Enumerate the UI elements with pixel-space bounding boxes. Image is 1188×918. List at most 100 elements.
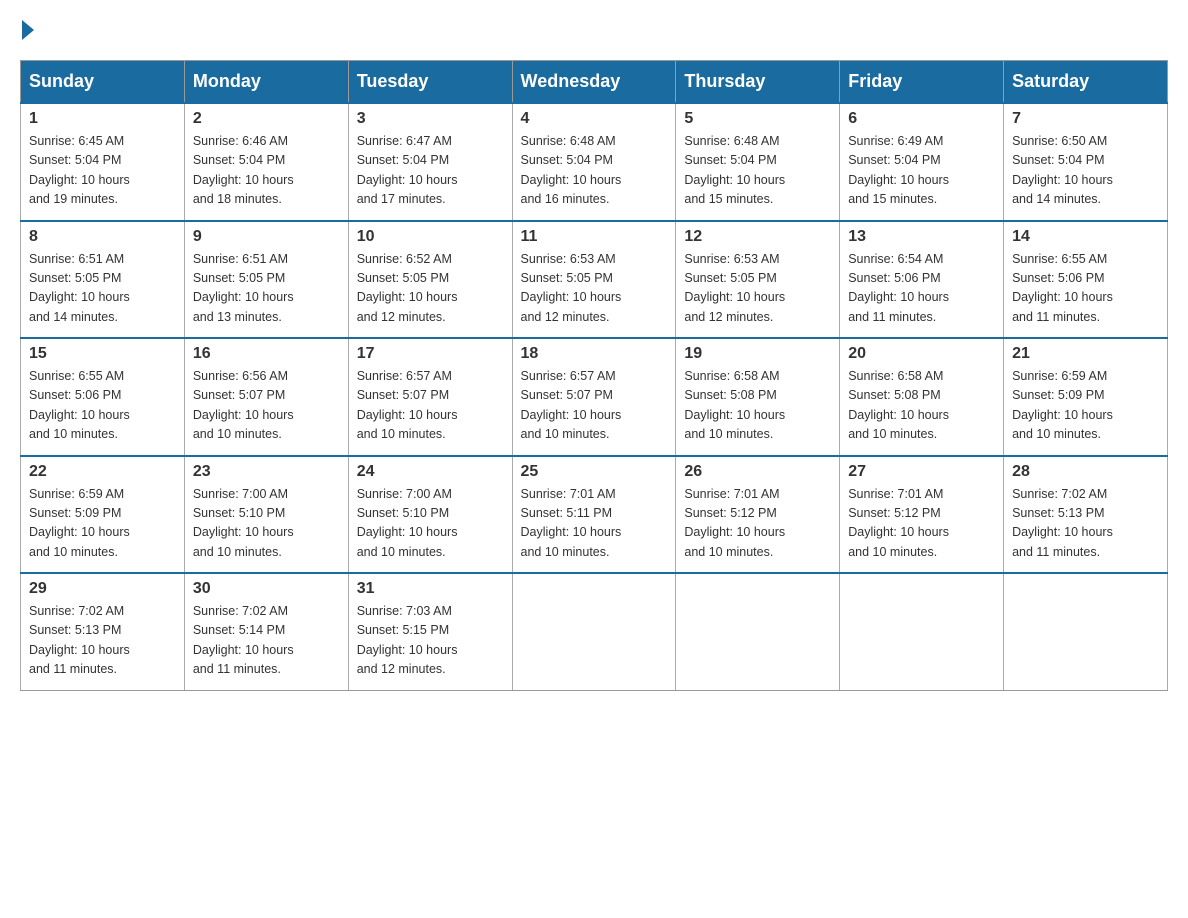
day-number: 25 <box>521 463 668 481</box>
day-info: Sunrise: 6:59 AMSunset: 5:09 PMDaylight:… <box>1012 367 1159 445</box>
calendar-day-11: 11 Sunrise: 6:53 AMSunset: 5:05 PMDaylig… <box>512 221 676 339</box>
day-info: Sunrise: 6:54 AMSunset: 5:06 PMDaylight:… <box>848 250 995 328</box>
day-number: 21 <box>1012 345 1159 363</box>
day-number: 5 <box>684 110 831 128</box>
day-info: Sunrise: 7:02 AMSunset: 5:13 PMDaylight:… <box>1012 485 1159 563</box>
empty-cell <box>840 573 1004 690</box>
calendar-day-1: 1 Sunrise: 6:45 AMSunset: 5:04 PMDayligh… <box>21 103 185 221</box>
day-info: Sunrise: 6:57 AMSunset: 5:07 PMDaylight:… <box>357 367 504 445</box>
calendar-day-4: 4 Sunrise: 6:48 AMSunset: 5:04 PMDayligh… <box>512 103 676 221</box>
calendar-day-22: 22 Sunrise: 6:59 AMSunset: 5:09 PMDaylig… <box>21 456 185 574</box>
calendar-day-6: 6 Sunrise: 6:49 AMSunset: 5:04 PMDayligh… <box>840 103 1004 221</box>
day-header-tuesday: Tuesday <box>348 61 512 104</box>
calendar-day-8: 8 Sunrise: 6:51 AMSunset: 5:05 PMDayligh… <box>21 221 185 339</box>
day-info: Sunrise: 6:50 AMSunset: 5:04 PMDaylight:… <box>1012 132 1159 210</box>
calendar-day-5: 5 Sunrise: 6:48 AMSunset: 5:04 PMDayligh… <box>676 103 840 221</box>
day-number: 12 <box>684 228 831 246</box>
day-info: Sunrise: 7:03 AMSunset: 5:15 PMDaylight:… <box>357 602 504 680</box>
day-info: Sunrise: 7:01 AMSunset: 5:12 PMDaylight:… <box>684 485 831 563</box>
day-number: 1 <box>29 110 176 128</box>
day-number: 10 <box>357 228 504 246</box>
calendar-day-31: 31 Sunrise: 7:03 AMSunset: 5:15 PMDaylig… <box>348 573 512 690</box>
day-number: 15 <box>29 345 176 363</box>
calendar-day-2: 2 Sunrise: 6:46 AMSunset: 5:04 PMDayligh… <box>184 103 348 221</box>
logo-arrow-icon <box>22 20 34 40</box>
day-number: 16 <box>193 345 340 363</box>
day-info: Sunrise: 6:58 AMSunset: 5:08 PMDaylight:… <box>684 367 831 445</box>
day-number: 17 <box>357 345 504 363</box>
day-number: 29 <box>29 580 176 598</box>
day-header-wednesday: Wednesday <box>512 61 676 104</box>
day-header-thursday: Thursday <box>676 61 840 104</box>
day-number: 3 <box>357 110 504 128</box>
day-info: Sunrise: 6:59 AMSunset: 5:09 PMDaylight:… <box>29 485 176 563</box>
calendar-day-15: 15 Sunrise: 6:55 AMSunset: 5:06 PMDaylig… <box>21 338 185 456</box>
day-info: Sunrise: 6:58 AMSunset: 5:08 PMDaylight:… <box>848 367 995 445</box>
day-header-sunday: Sunday <box>21 61 185 104</box>
calendar-day-28: 28 Sunrise: 7:02 AMSunset: 5:13 PMDaylig… <box>1004 456 1168 574</box>
calendar-day-16: 16 Sunrise: 6:56 AMSunset: 5:07 PMDaylig… <box>184 338 348 456</box>
day-info: Sunrise: 6:48 AMSunset: 5:04 PMDaylight:… <box>684 132 831 210</box>
empty-cell <box>676 573 840 690</box>
day-number: 14 <box>1012 228 1159 246</box>
day-info: Sunrise: 6:48 AMSunset: 5:04 PMDaylight:… <box>521 132 668 210</box>
day-info: Sunrise: 6:49 AMSunset: 5:04 PMDaylight:… <box>848 132 995 210</box>
day-info: Sunrise: 6:47 AMSunset: 5:04 PMDaylight:… <box>357 132 504 210</box>
day-number: 9 <box>193 228 340 246</box>
calendar-day-10: 10 Sunrise: 6:52 AMSunset: 5:05 PMDaylig… <box>348 221 512 339</box>
day-info: Sunrise: 6:45 AMSunset: 5:04 PMDaylight:… <box>29 132 176 210</box>
day-info: Sunrise: 7:02 AMSunset: 5:13 PMDaylight:… <box>29 602 176 680</box>
calendar-day-14: 14 Sunrise: 6:55 AMSunset: 5:06 PMDaylig… <box>1004 221 1168 339</box>
day-number: 27 <box>848 463 995 481</box>
day-info: Sunrise: 7:01 AMSunset: 5:12 PMDaylight:… <box>848 485 995 563</box>
calendar-day-3: 3 Sunrise: 6:47 AMSunset: 5:04 PMDayligh… <box>348 103 512 221</box>
calendar-day-12: 12 Sunrise: 6:53 AMSunset: 5:05 PMDaylig… <box>676 221 840 339</box>
day-number: 20 <box>848 345 995 363</box>
calendar-day-29: 29 Sunrise: 7:02 AMSunset: 5:13 PMDaylig… <box>21 573 185 690</box>
day-info: Sunrise: 6:53 AMSunset: 5:05 PMDaylight:… <box>521 250 668 328</box>
day-number: 4 <box>521 110 668 128</box>
day-number: 23 <box>193 463 340 481</box>
calendar-day-24: 24 Sunrise: 7:00 AMSunset: 5:10 PMDaylig… <box>348 456 512 574</box>
day-number: 24 <box>357 463 504 481</box>
calendar-day-13: 13 Sunrise: 6:54 AMSunset: 5:06 PMDaylig… <box>840 221 1004 339</box>
calendar-table: SundayMondayTuesdayWednesdayThursdayFrid… <box>20 60 1168 691</box>
logo <box>20 20 36 40</box>
calendar-day-17: 17 Sunrise: 6:57 AMSunset: 5:07 PMDaylig… <box>348 338 512 456</box>
day-number: 13 <box>848 228 995 246</box>
day-number: 6 <box>848 110 995 128</box>
day-number: 26 <box>684 463 831 481</box>
day-number: 2 <box>193 110 340 128</box>
day-info: Sunrise: 7:01 AMSunset: 5:11 PMDaylight:… <box>521 485 668 563</box>
calendar-day-26: 26 Sunrise: 7:01 AMSunset: 5:12 PMDaylig… <box>676 456 840 574</box>
empty-cell <box>1004 573 1168 690</box>
day-number: 11 <box>521 228 668 246</box>
calendar-day-30: 30 Sunrise: 7:02 AMSunset: 5:14 PMDaylig… <box>184 573 348 690</box>
calendar-day-20: 20 Sunrise: 6:58 AMSunset: 5:08 PMDaylig… <box>840 338 1004 456</box>
day-header-monday: Monday <box>184 61 348 104</box>
calendar-day-21: 21 Sunrise: 6:59 AMSunset: 5:09 PMDaylig… <box>1004 338 1168 456</box>
day-info: Sunrise: 6:52 AMSunset: 5:05 PMDaylight:… <box>357 250 504 328</box>
day-info: Sunrise: 6:56 AMSunset: 5:07 PMDaylight:… <box>193 367 340 445</box>
day-info: Sunrise: 6:55 AMSunset: 5:06 PMDaylight:… <box>1012 250 1159 328</box>
day-number: 8 <box>29 228 176 246</box>
day-number: 30 <box>193 580 340 598</box>
calendar-day-18: 18 Sunrise: 6:57 AMSunset: 5:07 PMDaylig… <box>512 338 676 456</box>
day-number: 31 <box>357 580 504 598</box>
calendar-day-19: 19 Sunrise: 6:58 AMSunset: 5:08 PMDaylig… <box>676 338 840 456</box>
calendar-day-9: 9 Sunrise: 6:51 AMSunset: 5:05 PMDayligh… <box>184 221 348 339</box>
day-number: 28 <box>1012 463 1159 481</box>
day-number: 22 <box>29 463 176 481</box>
calendar-day-25: 25 Sunrise: 7:01 AMSunset: 5:11 PMDaylig… <box>512 456 676 574</box>
calendar-day-27: 27 Sunrise: 7:01 AMSunset: 5:12 PMDaylig… <box>840 456 1004 574</box>
day-header-saturday: Saturday <box>1004 61 1168 104</box>
calendar-day-23: 23 Sunrise: 7:00 AMSunset: 5:10 PMDaylig… <box>184 456 348 574</box>
calendar-day-7: 7 Sunrise: 6:50 AMSunset: 5:04 PMDayligh… <box>1004 103 1168 221</box>
day-number: 7 <box>1012 110 1159 128</box>
day-info: Sunrise: 6:53 AMSunset: 5:05 PMDaylight:… <box>684 250 831 328</box>
day-info: Sunrise: 6:46 AMSunset: 5:04 PMDaylight:… <box>193 132 340 210</box>
day-info: Sunrise: 6:55 AMSunset: 5:06 PMDaylight:… <box>29 367 176 445</box>
day-info: Sunrise: 6:51 AMSunset: 5:05 PMDaylight:… <box>29 250 176 328</box>
empty-cell <box>512 573 676 690</box>
day-info: Sunrise: 7:02 AMSunset: 5:14 PMDaylight:… <box>193 602 340 680</box>
